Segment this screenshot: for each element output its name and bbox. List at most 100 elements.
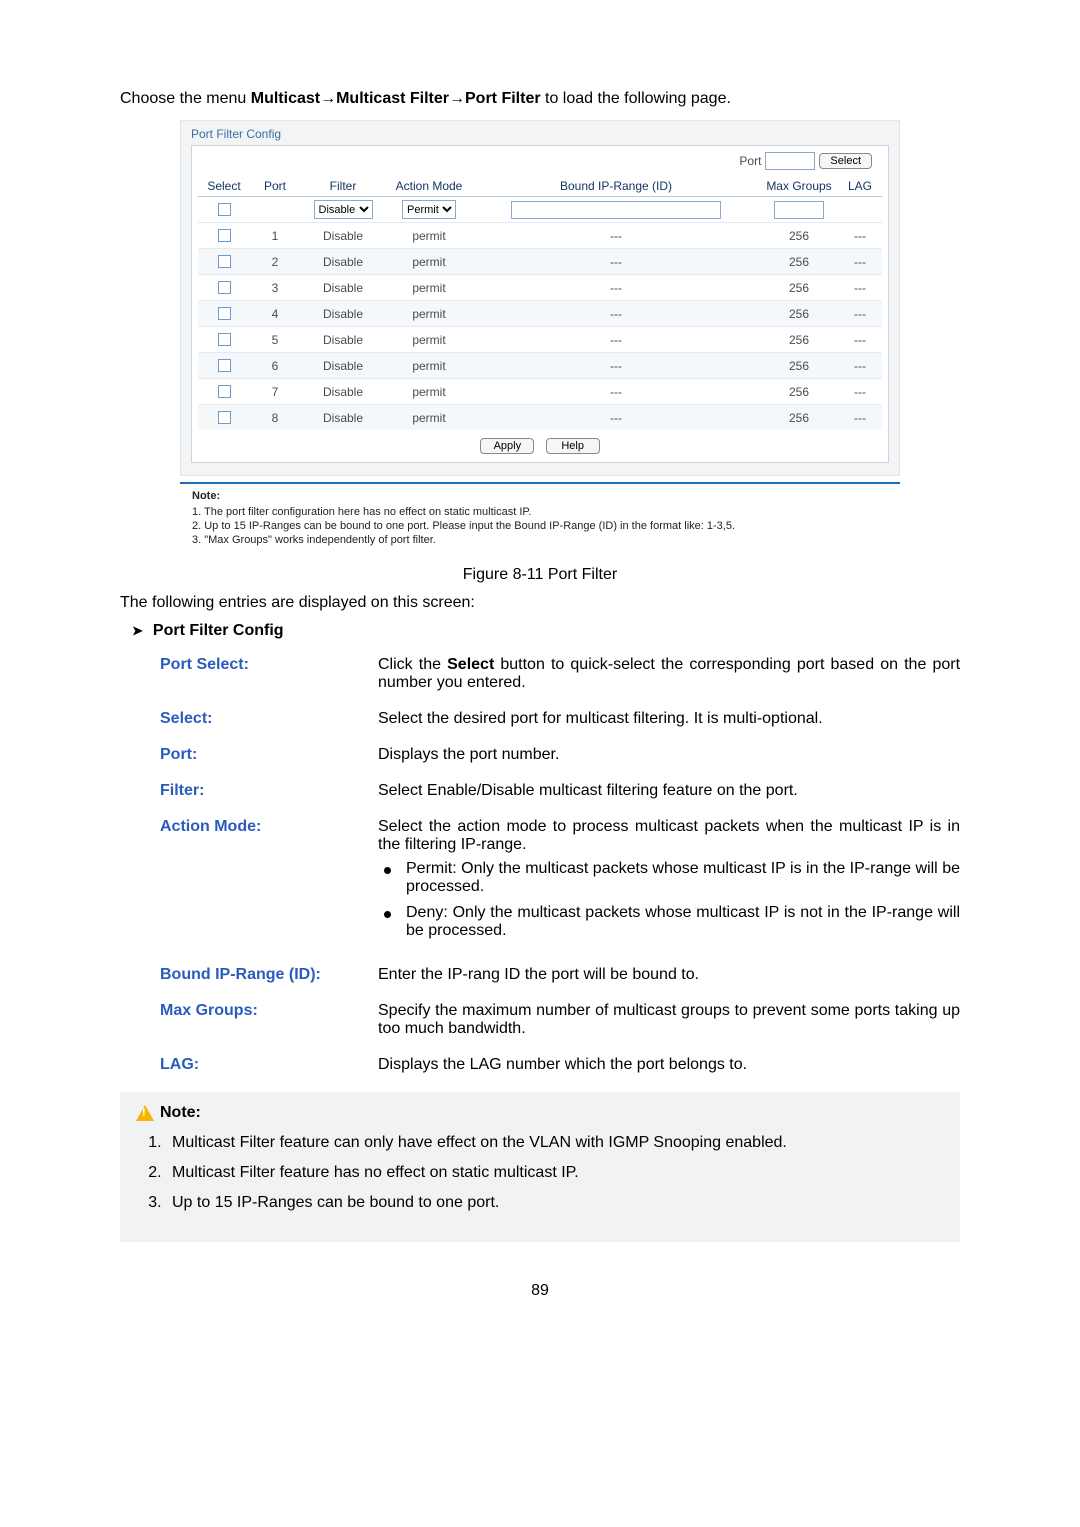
col-bound: Bound IP-Range (ID): [472, 176, 760, 197]
row-checkbox[interactable]: [218, 229, 231, 242]
select-all-checkbox[interactable]: [218, 203, 231, 216]
panel-note-item: 2. Up to 15 IP-Ranges can be bound to on…: [192, 520, 888, 532]
def-body: Displays the LAG number which the port b…: [378, 1056, 960, 1074]
row-filter: Disable: [300, 223, 386, 249]
def-term: Filter:: [160, 782, 378, 800]
row-checkbox[interactable]: [218, 281, 231, 294]
def-term: Action Mode:: [160, 818, 378, 836]
panel-note-item: 1. The port filter configuration here ha…: [192, 506, 888, 518]
max-groups-input[interactable]: [774, 201, 824, 219]
row-max: 256: [760, 249, 838, 275]
table-row: 7Disablepermit---256---: [198, 379, 882, 405]
row-bound: ---: [472, 301, 760, 327]
row-checkbox[interactable]: [218, 359, 231, 372]
col-filter: Filter: [300, 176, 386, 197]
row-checkbox[interactable]: [218, 255, 231, 268]
note-item: Multicast Filter feature has no effect o…: [166, 1164, 944, 1182]
def-row: Max Groups:Specify the maximum number of…: [160, 1002, 960, 1038]
row-bound: ---: [472, 327, 760, 353]
row-bound: ---: [472, 249, 760, 275]
row-checkbox[interactable]: [218, 333, 231, 346]
apply-button[interactable]: Apply: [480, 438, 534, 454]
row-port: 3: [250, 275, 300, 301]
row-bound: ---: [472, 353, 760, 379]
row-checkbox[interactable]: [218, 411, 231, 424]
table-row: 1Disablepermit---256---: [198, 223, 882, 249]
row-port: 4: [250, 301, 300, 327]
row-checkbox[interactable]: [218, 385, 231, 398]
row-max: 256: [760, 379, 838, 405]
def-term: Max Groups:: [160, 1002, 378, 1020]
def-row: Filter:Select Enable/Disable multicast f…: [160, 782, 960, 800]
panel-note: Note: 1. The port filter configuration h…: [180, 482, 900, 552]
row-lag: ---: [838, 275, 882, 301]
row-action: permit: [386, 327, 472, 353]
def-term: Bound IP-Range (ID):: [160, 966, 378, 984]
chevron-icon: [132, 622, 153, 640]
def-row: LAG:Displays the LAG number which the po…: [160, 1056, 960, 1074]
panel-title: Port Filter Config: [191, 127, 889, 141]
row-port: 8: [250, 405, 300, 431]
bound-ip-range-input[interactable]: [511, 201, 721, 219]
help-button[interactable]: Help: [546, 438, 600, 454]
filter-select[interactable]: Disable: [314, 200, 373, 219]
row-port: 7: [250, 379, 300, 405]
warning-icon: [136, 1105, 154, 1121]
row-bound: ---: [472, 275, 760, 301]
row-port: 1: [250, 223, 300, 249]
port-label: Port: [739, 154, 761, 168]
row-port: 6: [250, 353, 300, 379]
row-filter: Disable: [300, 379, 386, 405]
table-row: 2Disablepermit---256---: [198, 249, 882, 275]
row-action: permit: [386, 353, 472, 379]
config-table: Select Port Filter Action Mode Bound IP-…: [198, 176, 882, 430]
def-row: Port:Displays the port number.: [160, 746, 960, 764]
bullet-item: Permit: Only the multicast packets whose…: [406, 860, 960, 896]
config-panel: Port Filter Config Port Select Select Po…: [180, 120, 900, 476]
def-body: Select the desired port for multicast fi…: [378, 710, 960, 728]
port-quickselect-input[interactable]: [765, 152, 815, 170]
row-lag: ---: [838, 249, 882, 275]
col-action: Action Mode: [386, 176, 472, 197]
row-max: 256: [760, 353, 838, 379]
def-term: Port:: [160, 746, 378, 764]
note-heading: Note:: [160, 1104, 201, 1122]
row-action: permit: [386, 379, 472, 405]
row-port: 5: [250, 327, 300, 353]
def-row: Action Mode:Select the action mode to pr…: [160, 818, 960, 948]
row-lag: ---: [838, 327, 882, 353]
note-box: Note: Multicast Filter feature can only …: [120, 1092, 960, 1242]
row-filter: Disable: [300, 405, 386, 431]
def-row: Select:Select the desired port for multi…: [160, 710, 960, 728]
row-max: 256: [760, 327, 838, 353]
row-bound: ---: [472, 405, 760, 431]
def-body: Select Enable/Disable multicast filterin…: [378, 782, 960, 800]
row-lag: ---: [838, 405, 882, 431]
def-term: Select:: [160, 710, 378, 728]
row-action: permit: [386, 249, 472, 275]
row-filter: Disable: [300, 249, 386, 275]
action-select[interactable]: Permit: [402, 200, 456, 219]
def-row: Bound IP-Range (ID):Enter the IP-rang ID…: [160, 966, 960, 984]
select-button[interactable]: Select: [819, 153, 872, 169]
row-max: 256: [760, 275, 838, 301]
row-filter: Disable: [300, 327, 386, 353]
figure-caption: Figure 8-11 Port Filter: [120, 566, 960, 584]
intro-text: Choose the menu Multicast→Multicast Filt…: [120, 90, 960, 108]
def-body: Enter the IP-rang ID the port will be bo…: [378, 966, 960, 984]
row-lag: ---: [838, 301, 882, 327]
section-heading: Port Filter Config: [132, 622, 960, 640]
row-checkbox[interactable]: [218, 307, 231, 320]
bullet-item: Deny: Only the multicast packets whose m…: [406, 904, 960, 940]
note-item: Up to 15 IP-Ranges can be bound to one p…: [166, 1194, 944, 1212]
def-term: LAG:: [160, 1056, 378, 1074]
table-row: 3Disablepermit---256---: [198, 275, 882, 301]
row-bound: ---: [472, 223, 760, 249]
row-lag: ---: [838, 353, 882, 379]
col-select: Select: [198, 176, 250, 197]
row-lag: ---: [838, 223, 882, 249]
table-row: 4Disablepermit---256---: [198, 301, 882, 327]
table-row: 8Disablepermit---256---: [198, 405, 882, 431]
def-term: Port Select:: [160, 656, 378, 674]
def-row: Port Select:Click the Select button to q…: [160, 656, 960, 692]
